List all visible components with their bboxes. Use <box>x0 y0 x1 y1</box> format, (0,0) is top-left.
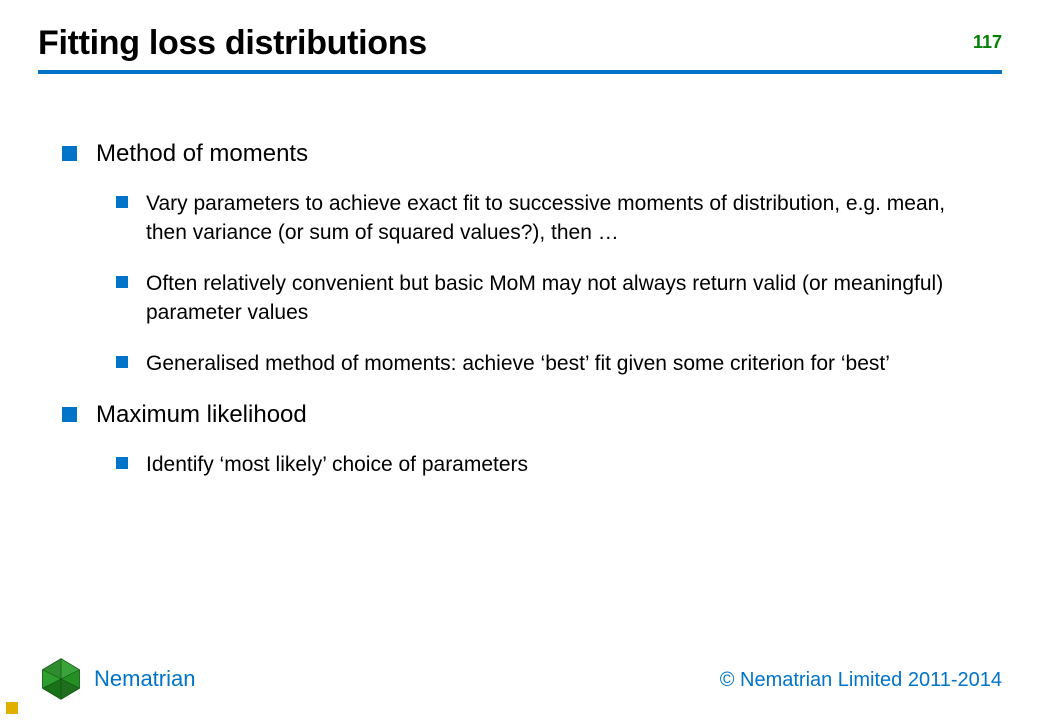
bullet-list-level2: Identify ‘most likely’ choice of paramet… <box>114 451 990 480</box>
sub-bullet-text: Generalised method of moments: achieve ‘… <box>146 352 890 375</box>
brand-block: Nematrian <box>38 656 195 702</box>
bullet-item: Maximum likelihood Identify ‘most likely… <box>60 401 990 480</box>
sub-bullet-text: Vary parameters to achieve exact fit to … <box>146 192 945 244</box>
copyright-text: © Nematrian Limited 2011-2014 <box>720 669 1002 692</box>
slide-footer: Nematrian © Nematrian Limited 2011-2014 <box>0 650 1040 720</box>
slide-title: Fitting loss distributions <box>38 24 1002 63</box>
page-number: 117 <box>973 32 1002 53</box>
bullet-list-level2: Vary parameters to achieve exact fit to … <box>114 190 990 379</box>
sub-bullet-item: Vary parameters to achieve exact fit to … <box>114 190 990 248</box>
bullet-text: Method of moments <box>96 140 308 167</box>
logo-icon <box>38 656 84 702</box>
header-rule <box>38 70 1002 74</box>
sub-bullet-item: Often relatively convenient but basic Mo… <box>114 270 990 328</box>
sub-bullet-text: Identify ‘most likely’ choice of paramet… <box>146 453 528 476</box>
bullet-text: Maximum likelihood <box>96 401 307 428</box>
slide: Fitting loss distributions 117 Method of… <box>0 0 1040 720</box>
sub-bullet-item: Generalised method of moments: achieve ‘… <box>114 350 990 379</box>
sub-bullet-item: Identify ‘most likely’ choice of paramet… <box>114 451 990 480</box>
bullet-list-level1: Method of moments Vary parameters to ach… <box>60 140 990 480</box>
slide-header: Fitting loss distributions 117 <box>38 24 1002 63</box>
brand-name: Nematrian <box>94 666 195 692</box>
sub-bullet-text: Often relatively convenient but basic Mo… <box>146 272 943 324</box>
bullet-item: Method of moments Vary parameters to ach… <box>60 140 990 379</box>
slide-body: Method of moments Vary parameters to ach… <box>60 140 990 502</box>
corner-marker-icon <box>6 702 18 714</box>
